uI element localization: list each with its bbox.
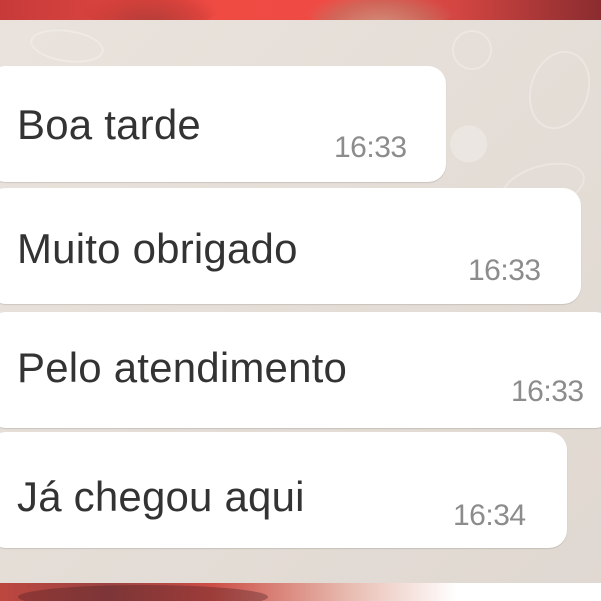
message-text: Boa tarde	[17, 101, 201, 148]
chat-background: Boa tarde Muito obrigado Pelo atendiment…	[0, 20, 601, 583]
chat-screenshot: Boa tarde Muito obrigado Pelo atendiment…	[0, 0, 601, 601]
message-list: Boa tarde Muito obrigado Pelo atendiment…	[0, 20, 601, 583]
message-text: Já chegou aqui	[17, 473, 305, 520]
message-text: Muito obrigado	[17, 225, 298, 272]
message-text: Pelo atendimento	[17, 344, 348, 391]
incoming-message-bubble[interactable]: Já chegou aqui	[0, 432, 567, 548]
incoming-message-bubble[interactable]: Pelo atendimento	[0, 312, 601, 428]
top-photo-strip	[0, 0, 601, 20]
photo-fragment	[18, 585, 268, 601]
photo-fragment	[300, 0, 460, 20]
incoming-message-bubble[interactable]: Muito obrigado	[0, 188, 581, 304]
photo-fragment	[80, 0, 220, 20]
incoming-message-bubble[interactable]: Boa tarde	[0, 66, 446, 182]
bottom-photo-strip	[0, 583, 601, 601]
